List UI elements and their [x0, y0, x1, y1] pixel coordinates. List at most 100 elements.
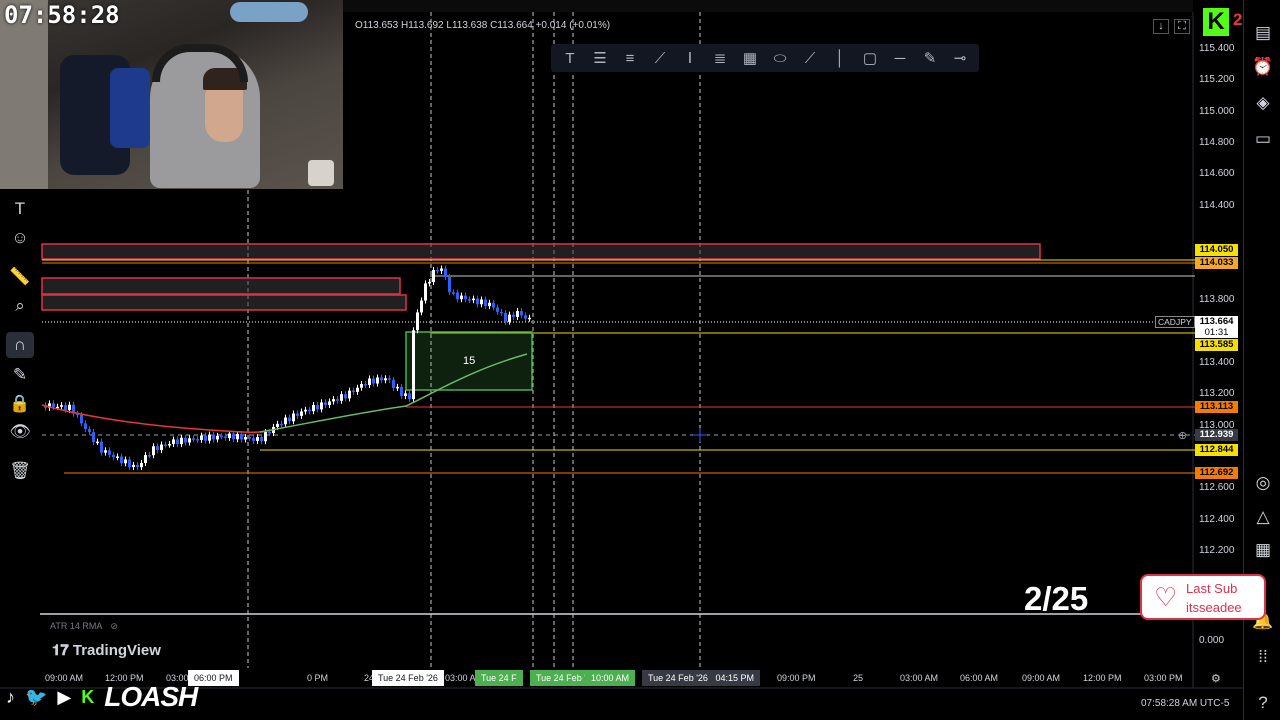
indicator-label[interactable]: ATR 14 RMA ⊘ — [50, 621, 118, 632]
candle-body — [340, 394, 343, 401]
left-toolbar: T ☺ 📏 ⌕ ∩ ✎ 🔒 👁 🗑 — [0, 192, 40, 492]
time-label: 03:00 PM — [1144, 673, 1183, 683]
kick-icon: K — [81, 686, 95, 707]
triangle-icon[interactable]: △ — [1250, 504, 1276, 530]
candle-body — [252, 438, 255, 441]
open-value: O113.653 — [355, 20, 399, 31]
settings-icon[interactable]: ⚙ — [1211, 672, 1221, 685]
eye-off-icon[interactable]: ⊘ — [110, 621, 118, 631]
fullscreen-icon[interactable]: ⛶ — [1174, 19, 1190, 34]
heart-icon: ♡ — [1154, 582, 1178, 612]
zoom-icon[interactable]: ⌕ — [6, 293, 34, 319]
price-tick: 114.800 — [1199, 137, 1235, 148]
candle-body — [388, 378, 391, 380]
crosshair-time-label: Tue 24 Feb '26 04:15 PM — [642, 670, 760, 686]
kick-viewer-count: 2 — [1233, 10, 1243, 29]
candle-body — [60, 405, 63, 407]
candle-body — [516, 311, 519, 317]
candle-body — [440, 268, 443, 271]
candle-body — [280, 423, 283, 426]
drawing-toolbar: T ☰ ≡ ⟋ Ⅰ ≣ ▦ ⬭ ⟋ │ ▢ ─ ✎ ⊸ — [551, 44, 979, 72]
text-icon[interactable]: T — [6, 196, 34, 222]
trash-icon[interactable]: 🗑 — [6, 458, 34, 484]
timezone-label[interactable]: 07:58:28 AM UTC-5 — [1141, 698, 1229, 709]
candle-body — [192, 438, 195, 440]
time-highlight: 10:00 AM — [585, 670, 636, 686]
emoji-icon[interactable]: ☺ — [6, 225, 34, 251]
target-icon[interactable]: ◎ — [1250, 470, 1276, 496]
candle-body — [244, 437, 247, 440]
price-tick: 113.400 — [1199, 357, 1235, 368]
candle-body — [148, 455, 151, 457]
parallel-channel-icon[interactable]: ☰ — [589, 47, 611, 69]
tiktok-icon: ♪ — [6, 686, 15, 707]
twitter-icon: 🐦 — [25, 686, 48, 707]
regression-icon[interactable]: ≡ — [619, 47, 641, 69]
rectangle-icon[interactable]: ▢ — [859, 47, 881, 69]
download-icon[interactable]: ↓ — [1153, 19, 1169, 34]
candle-body — [228, 433, 231, 438]
candle-body — [520, 311, 523, 316]
candle-body — [504, 312, 507, 322]
bar-countdown: 01:31 — [1204, 327, 1229, 338]
horizontal-line-icon[interactable]: ─ — [889, 47, 911, 69]
candle-body — [260, 437, 263, 442]
candle-body — [176, 439, 179, 445]
time-label: 03:00 A — [445, 673, 476, 683]
candle-body — [328, 401, 331, 406]
help-icon[interactable]: ? — [1250, 690, 1276, 716]
crosshair — [693, 428, 707, 442]
candle-body — [376, 377, 379, 384]
candle-body — [468, 299, 471, 301]
candle-body — [296, 413, 299, 416]
brush-icon[interactable]: ✎ — [919, 47, 941, 69]
fib-icon[interactable]: ≣ — [709, 47, 731, 69]
lock-icon[interactable]: 🔒 — [6, 391, 34, 417]
time-label: 0 PM — [307, 673, 329, 683]
candle-body — [392, 379, 395, 388]
time-highlight: Tue 24 Feb '26 — [372, 670, 444, 686]
ruler-icon[interactable]: 📏 — [6, 264, 34, 290]
zone-label: 15 — [463, 355, 476, 367]
webcam-overlay: 07:58:28 — [0, 0, 343, 189]
horizontal-ray-icon[interactable]: ⊸ — [949, 47, 971, 69]
line-tool-icon[interactable]: ⟋ — [799, 47, 821, 69]
candle-body — [424, 283, 427, 301]
candle-body — [312, 405, 315, 412]
candle-body — [204, 435, 207, 441]
text-tool-icon[interactable]: T — [559, 47, 581, 69]
candle-body — [180, 437, 183, 445]
candle-body — [200, 435, 203, 440]
vertical-line-icon[interactable]: │ — [829, 47, 851, 69]
add-alert-icon[interactable]: ⊕ — [1178, 429, 1187, 442]
grid-icon[interactable]: ⁞⁞ — [1250, 644, 1276, 670]
candle-body — [512, 314, 515, 317]
candle-body — [236, 434, 239, 440]
youtube-icon: ▶ — [57, 686, 72, 707]
candle-body — [132, 464, 135, 468]
eye-icon[interactable]: 👁 — [6, 419, 34, 445]
candle-body — [216, 435, 219, 440]
chat-icon[interactable]: ▭ — [1250, 126, 1276, 152]
price-label: 112.844 — [1195, 444, 1238, 456]
magnet-icon[interactable]: ∩ — [6, 332, 34, 358]
trendline-icon[interactable]: ⟋ — [649, 47, 671, 69]
candle-body — [436, 269, 439, 272]
candle-body — [308, 409, 311, 412]
ohlc-legend: O113.653 H113.692 L113.638 C113.664 +0.0… — [355, 20, 610, 31]
candle-body — [480, 299, 483, 305]
candle-body — [408, 393, 411, 400]
layers-icon[interactable]: ◈ — [1250, 90, 1276, 116]
time-axis[interactable]: 09:00 AM 12:00 PM 03:00 AM 06:00 PM 0 PM… — [40, 668, 1195, 688]
candle-body — [136, 464, 139, 468]
cursor-text-icon[interactable]: Ⅰ — [679, 47, 701, 69]
shape-icon[interactable]: ⬭ — [769, 47, 791, 69]
alert-icon[interactable]: ⏰ — [1250, 54, 1276, 80]
candle-body — [364, 384, 367, 386]
calendar-icon[interactable]: ▦ — [1250, 537, 1276, 563]
watchlist-icon[interactable]: ▤ — [1250, 20, 1276, 46]
pencil-lock-icon[interactable]: ✎ — [6, 362, 34, 388]
price-tick: 115.400 — [1199, 43, 1235, 54]
grid-tool-icon[interactable]: ▦ — [739, 47, 761, 69]
candle-body — [492, 302, 495, 308]
